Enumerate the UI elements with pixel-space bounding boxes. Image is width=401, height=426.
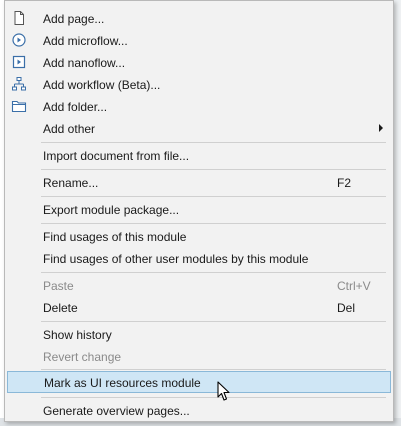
menu-item-label: Add page...: [43, 12, 105, 26]
workflow-icon: [11, 76, 27, 92]
menu-item-label: Add workflow (Beta)...: [43, 78, 161, 92]
menu-item-label: Rename...: [43, 176, 99, 190]
menu-item-label: Add folder...: [43, 100, 108, 114]
menu-item-label: Show history: [43, 328, 112, 342]
menu-item-label: Find usages of other user modules by thi…: [43, 252, 309, 266]
menu-item-export-module-package[interactable]: Export module package...: [7, 198, 391, 220]
menu-item-paste: Paste Ctrl+V: [7, 274, 391, 296]
menu-item-label: Add microflow...: [43, 34, 128, 48]
microflow-icon: [11, 32, 27, 48]
menu-item-label: Mark as UI resources module: [44, 376, 201, 390]
menu-item-label: Import document from file...: [43, 149, 190, 163]
menu-separator: [41, 397, 386, 398]
menu-item-import-document[interactable]: Import document from file...: [7, 144, 391, 166]
menu-item-shortcut: Ctrl+V: [337, 279, 371, 293]
menu-item-find-usages-other[interactable]: Find usages of other user modules by thi…: [7, 247, 391, 269]
menu-item-add-microflow[interactable]: Add microflow...: [7, 29, 391, 51]
menu-item-shortcut: F2: [337, 176, 352, 190]
menu-separator: [41, 169, 386, 170]
menu-item-add-folder[interactable]: Add folder...: [7, 95, 391, 117]
menu-item-add-nanoflow[interactable]: Add nanoflow...: [7, 51, 391, 73]
menu-item-label: Paste: [43, 279, 74, 293]
folder-icon: [11, 98, 27, 114]
menu-item-label: Revert change: [43, 350, 122, 364]
menu-item-label: Export module package...: [43, 203, 180, 217]
menu-item-show-history[interactable]: Show history: [7, 323, 391, 345]
menu-item-mark-ui-resources[interactable]: Mark as UI resources module: [7, 371, 391, 393]
menu-item-label: Find usages of this module: [43, 230, 187, 244]
menu-separator: [41, 196, 386, 197]
menu-separator: [41, 223, 386, 224]
menu-item-generate-overview-pages[interactable]: Generate overview pages...: [7, 399, 391, 421]
context-menu: Add page... Add microflow... Add nanoflo…: [4, 0, 394, 422]
mouse-cursor-icon: [217, 381, 233, 403]
menu-separator: [41, 272, 386, 273]
menu-item-label: Generate overview pages...: [43, 404, 190, 418]
menu-item-rename[interactable]: Rename... F2: [7, 171, 391, 193]
submenu-arrow-icon: [379, 124, 383, 132]
menu-item-shortcut: Del: [337, 301, 356, 315]
nanoflow-icon: [11, 54, 27, 70]
menu-item-find-usages[interactable]: Find usages of this module: [7, 225, 391, 247]
menu-separator: [41, 321, 386, 322]
menu-item-label: Delete: [43, 301, 78, 315]
menu-separator: [41, 142, 386, 143]
menu-item-label: Add nanoflow...: [43, 56, 126, 70]
menu-item-delete[interactable]: Delete Del: [7, 296, 391, 318]
menu-item-add-other[interactable]: Add other: [7, 117, 391, 139]
menu-item-label: Add other: [43, 122, 96, 136]
menu-separator: [41, 369, 386, 370]
menu-item-add-page[interactable]: Add page...: [7, 7, 391, 29]
menu-item-add-workflow[interactable]: Add workflow (Beta)...: [7, 73, 391, 95]
page-icon: [11, 10, 27, 26]
menu-item-revert-change: Revert change: [7, 345, 391, 367]
